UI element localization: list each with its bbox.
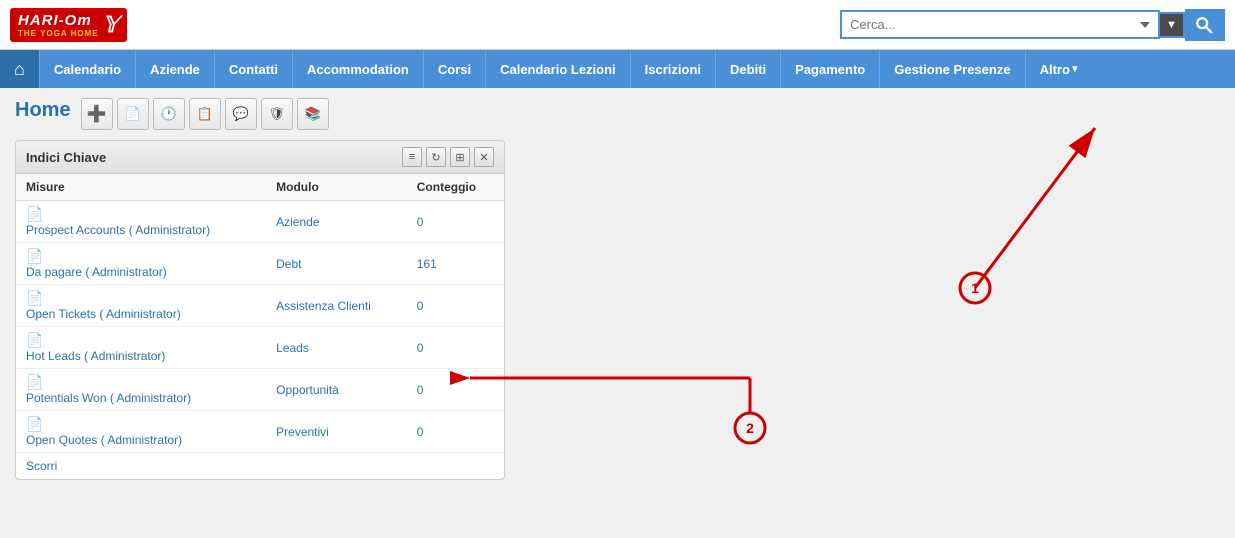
kpi-count-link[interactable]: 0 <box>417 425 424 439</box>
nav-item-accommodation[interactable]: Accommodation <box>292 50 423 88</box>
search-button[interactable] <box>1185 9 1225 41</box>
svg-text:1: 1 <box>971 280 979 296</box>
kpi-measure-link[interactable]: Potentials Won ( Administrator) <box>26 391 256 405</box>
nav-item-altro[interactable]: Altro <box>1025 50 1094 88</box>
add-button[interactable]: ➕ <box>81 98 113 130</box>
kpi-measure-link[interactable]: Da pagare ( Administrator) <box>26 265 256 279</box>
widget-body: Misure Modulo Conteggio 📄 Prospect Accou… <box>16 174 504 479</box>
kpi-widget: Indici Chiave ≡ ↻ ⊞ ✕ Misure Modulo Cont… <box>15 140 505 480</box>
table-row: 📄 Hot Leads ( Administrator) Leads 0 <box>16 327 504 369</box>
arrow1-svg: 1 <box>855 108 1155 308</box>
widget-controls: ≡ ↻ ⊞ ✕ <box>402 147 494 167</box>
kpi-module-link[interactable]: Aziende <box>276 215 319 229</box>
doc-icon: 📄 <box>26 248 43 264</box>
kpi-count-link[interactable]: 0 <box>417 383 424 397</box>
doc-icon: 📄 <box>26 374 43 390</box>
kpi-table: Misure Modulo Conteggio 📄 Prospect Accou… <box>16 174 504 453</box>
kpi-count-link[interactable]: 161 <box>417 257 437 271</box>
nav-home-button[interactable]: ⌂ <box>0 50 39 88</box>
kpi-count-link[interactable]: 0 <box>417 215 424 229</box>
logo-text: HARI-Om <box>18 12 92 29</box>
scorri-link[interactable]: Scorri <box>16 453 504 479</box>
kpi-module-link[interactable]: Leads <box>276 341 309 355</box>
nav-item-pagamento[interactable]: Pagamento <box>780 50 879 88</box>
nav-item-iscrizioni[interactable]: Iscrizioni <box>630 50 715 88</box>
widget-refresh-button[interactable]: ↻ <box>426 147 446 167</box>
search-dropdown-arrow[interactable]: ▼ <box>1160 12 1185 38</box>
chat-button[interactable]: 💬 <box>225 98 257 130</box>
widget-expand-button[interactable]: ⊞ <box>450 147 470 167</box>
nav-item-contatti[interactable]: Contatti <box>214 50 292 88</box>
doc-icon: 📄 <box>26 332 43 348</box>
kpi-measure-link[interactable]: Prospect Accounts ( Administrator) <box>26 223 256 237</box>
col-header-modulo: Modulo <box>266 174 407 201</box>
document-button[interactable]: 📄 <box>117 98 149 130</box>
main-content: Home ➕ 📄 🕐 📋 💬 🛡 📚 Indici Chiave ≡ ↻ ⊞ ✕ <box>0 88 1235 528</box>
clipboard-button[interactable]: 📋 <box>189 98 221 130</box>
widget-title: Indici Chiave <box>26 150 106 165</box>
kpi-module-link[interactable]: Opportunità <box>276 383 339 397</box>
chevron-down-icon: ▼ <box>1166 19 1177 31</box>
shield-button[interactable]: 🛡 <box>261 98 293 130</box>
widget-reorder-button[interactable]: ≡ <box>402 147 422 167</box>
table-row: 📄 Da pagare ( Administrator) Debt 161 <box>16 243 504 285</box>
table-row: 📄 Open Tickets ( Administrator) Assistenz… <box>16 285 504 327</box>
widget-close-button[interactable]: ✕ <box>474 147 494 167</box>
table-row: 📄 Open Quotes ( Administrator) Preventivi… <box>16 411 504 453</box>
kpi-module-link[interactable]: Preventivi <box>276 425 329 439</box>
page-title: Home <box>15 99 71 122</box>
kpi-measure-link[interactable]: Open Quotes ( Administrator) <box>26 433 256 447</box>
kpi-module-link[interactable]: Assistenza Clienti <box>276 299 371 313</box>
nav-item-gestione-presenze[interactable]: Gestione Presenze <box>879 50 1024 88</box>
search-area: ▼ <box>840 9 1225 41</box>
kpi-measure-link[interactable]: Open Tickets ( Administrator) <box>26 307 256 321</box>
col-header-conteggio: Conteggio <box>407 174 504 201</box>
toolbar: ➕ 📄 🕐 📋 💬 🛡 📚 <box>81 98 329 130</box>
kpi-table-body: 📄 Prospect Accounts ( Administrator) Azie… <box>16 201 504 453</box>
header: HARI-Om THE YOGA HOME 𝕐 ▼ <box>0 0 1235 50</box>
kpi-count-link[interactable]: 0 <box>417 299 424 313</box>
nav-item-calendario-lezioni[interactable]: Calendario Lezioni <box>485 50 630 88</box>
main-nav: ⌂ Calendario Aziende Contatti Accommodat… <box>0 50 1235 88</box>
nav-item-corsi[interactable]: Corsi <box>423 50 485 88</box>
nav-item-debiti[interactable]: Debiti <box>715 50 780 88</box>
books-button[interactable]: 📚 <box>297 98 329 130</box>
table-row: 📄 Potentials Won ( Administrator) Opportu… <box>16 369 504 411</box>
clock-button[interactable]: 🕐 <box>153 98 185 130</box>
svg-text:2: 2 <box>746 420 754 436</box>
doc-icon: 📄 <box>26 206 43 222</box>
doc-icon: 📄 <box>26 290 43 306</box>
nav-item-aziende[interactable]: Aziende <box>135 50 214 88</box>
logo: HARI-Om THE YOGA HOME 𝕐 <box>10 8 127 42</box>
nav-item-calendario[interactable]: Calendario <box>39 50 135 88</box>
kpi-measure-link[interactable]: Hot Leads ( Administrator) <box>26 349 256 363</box>
table-row: 📄 Prospect Accounts ( Administrator) Azie… <box>16 201 504 243</box>
search-icon <box>1195 16 1213 34</box>
widget-header: Indici Chiave ≡ ↻ ⊞ ✕ <box>16 141 504 174</box>
col-header-misure: Misure <box>16 174 266 201</box>
logo-subtitle: THE YOGA HOME <box>18 29 99 38</box>
search-input[interactable] <box>840 10 1160 39</box>
doc-icon: 📄 <box>26 416 43 432</box>
kpi-module-link[interactable]: Debt <box>276 257 301 271</box>
kpi-count-link[interactable]: 0 <box>417 341 424 355</box>
